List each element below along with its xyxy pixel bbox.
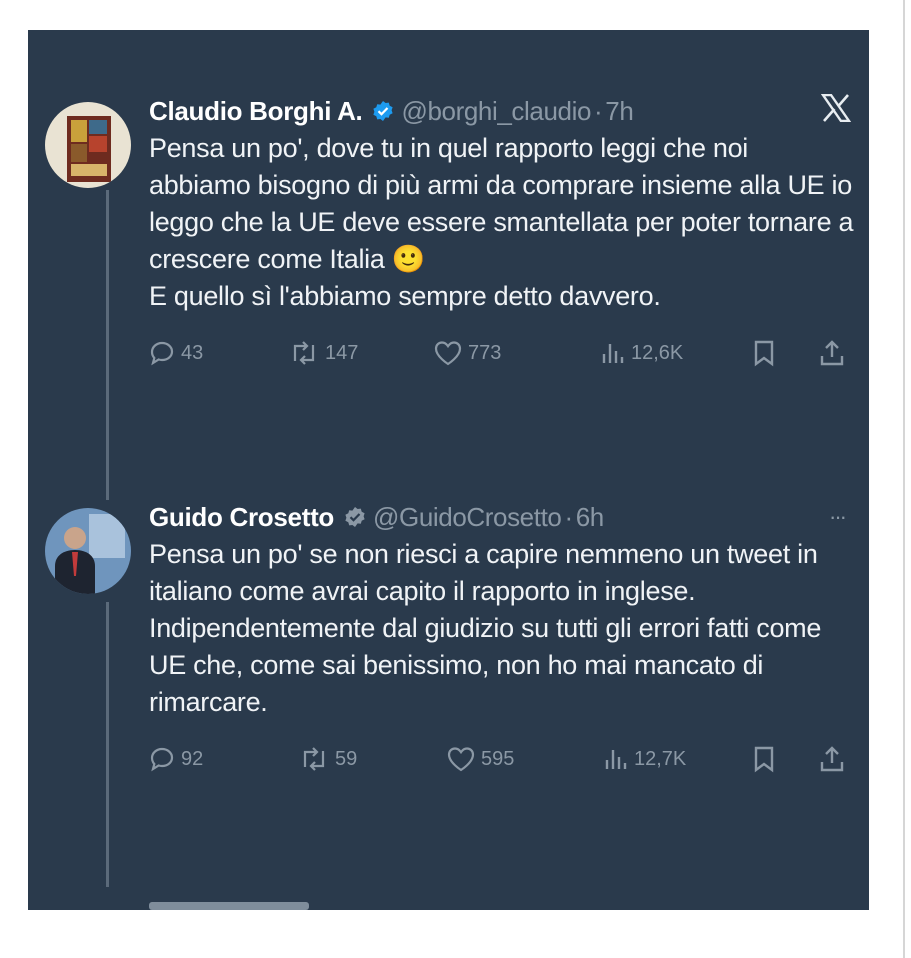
heart-icon <box>434 341 462 366</box>
like-button[interactable]: 595 <box>447 739 514 779</box>
reply-count: 92 <box>181 747 204 770</box>
views-count: 12,7K <box>634 747 687 770</box>
views-count: 12,6K <box>631 341 684 364</box>
timestamp[interactable]: 7h <box>605 96 634 127</box>
repost-count: 59 <box>335 747 358 770</box>
repost-button[interactable]: 59 <box>299 739 357 779</box>
share-button[interactable] <box>819 739 851 779</box>
views-button[interactable]: 12,6K <box>601 333 683 373</box>
share-icon <box>820 746 844 772</box>
reply-button[interactable]: 92 <box>149 739 203 779</box>
bookmark-icon <box>754 746 774 773</box>
views-icon <box>602 344 624 363</box>
timestamp[interactable]: 6h <box>576 502 605 533</box>
repost-button[interactable]: 147 <box>289 333 358 373</box>
separator: · <box>594 95 603 126</box>
tweet-thread: Claudio Borghi A. @borghi_claudio · 7h P… <box>28 30 869 910</box>
share-icon <box>820 340 844 366</box>
bookmark-button[interactable] <box>753 333 781 373</box>
tweet-header: Claudio Borghi A. @borghi_claudio · 7h <box>149 93 855 129</box>
repost-count: 147 <box>325 341 359 364</box>
reply-count: 43 <box>181 341 204 364</box>
like-count: 595 <box>481 747 515 770</box>
views-icon <box>605 750 627 769</box>
avatar[interactable] <box>45 102 131 188</box>
page-edge <box>903 0 905 958</box>
bookmark-button[interactable] <box>753 739 781 779</box>
verified-icon <box>345 507 365 527</box>
avatar[interactable] <box>45 508 131 594</box>
views-button[interactable]: 12,7K <box>604 739 686 779</box>
thread-line <box>106 602 109 887</box>
separator: · <box>564 501 573 532</box>
author-name[interactable]: Claudio Borghi A. <box>149 96 363 127</box>
heart-icon <box>447 747 475 772</box>
tweet[interactable]: Claudio Borghi A. @borghi_claudio · 7h P… <box>149 93 855 373</box>
repost-icon <box>303 747 325 771</box>
repost-icon <box>293 341 315 365</box>
reply-icon <box>150 747 174 772</box>
next-reply-cutoff <box>149 902 309 910</box>
like-button[interactable]: 773 <box>434 333 501 373</box>
reply-icon <box>150 341 174 366</box>
share-button[interactable] <box>819 333 851 373</box>
author-handle[interactable]: @GuidoCrosetto <box>373 502 562 533</box>
x-logo-icon <box>820 93 852 129</box>
tweet-text: Pensa un po', dove tu in quel rapporto l… <box>149 133 854 311</box>
verified-icon <box>373 101 394 121</box>
bookmark-icon <box>754 340 774 367</box>
author-name[interactable]: Guido Crosetto <box>149 502 334 533</box>
tweet[interactable]: Guido Crosetto @GuidoCrosetto · 6h ··· P… <box>149 500 855 779</box>
action-bar: 43 147 773 12,6K <box>149 333 855 373</box>
tweet-header: Guido Crosetto @GuidoCrosetto · 6h ··· <box>149 500 855 534</box>
action-bar: 92 59 595 12,7K <box>149 739 855 779</box>
more-icon[interactable]: ··· <box>829 504 847 530</box>
like-count: 773 <box>468 341 502 364</box>
reply-button[interactable]: 43 <box>149 333 203 373</box>
thread-line <box>106 190 109 500</box>
author-handle[interactable]: @borghi_claudio <box>401 96 591 127</box>
tweet-text: Pensa un po' se non riesci a capire nemm… <box>149 539 822 717</box>
